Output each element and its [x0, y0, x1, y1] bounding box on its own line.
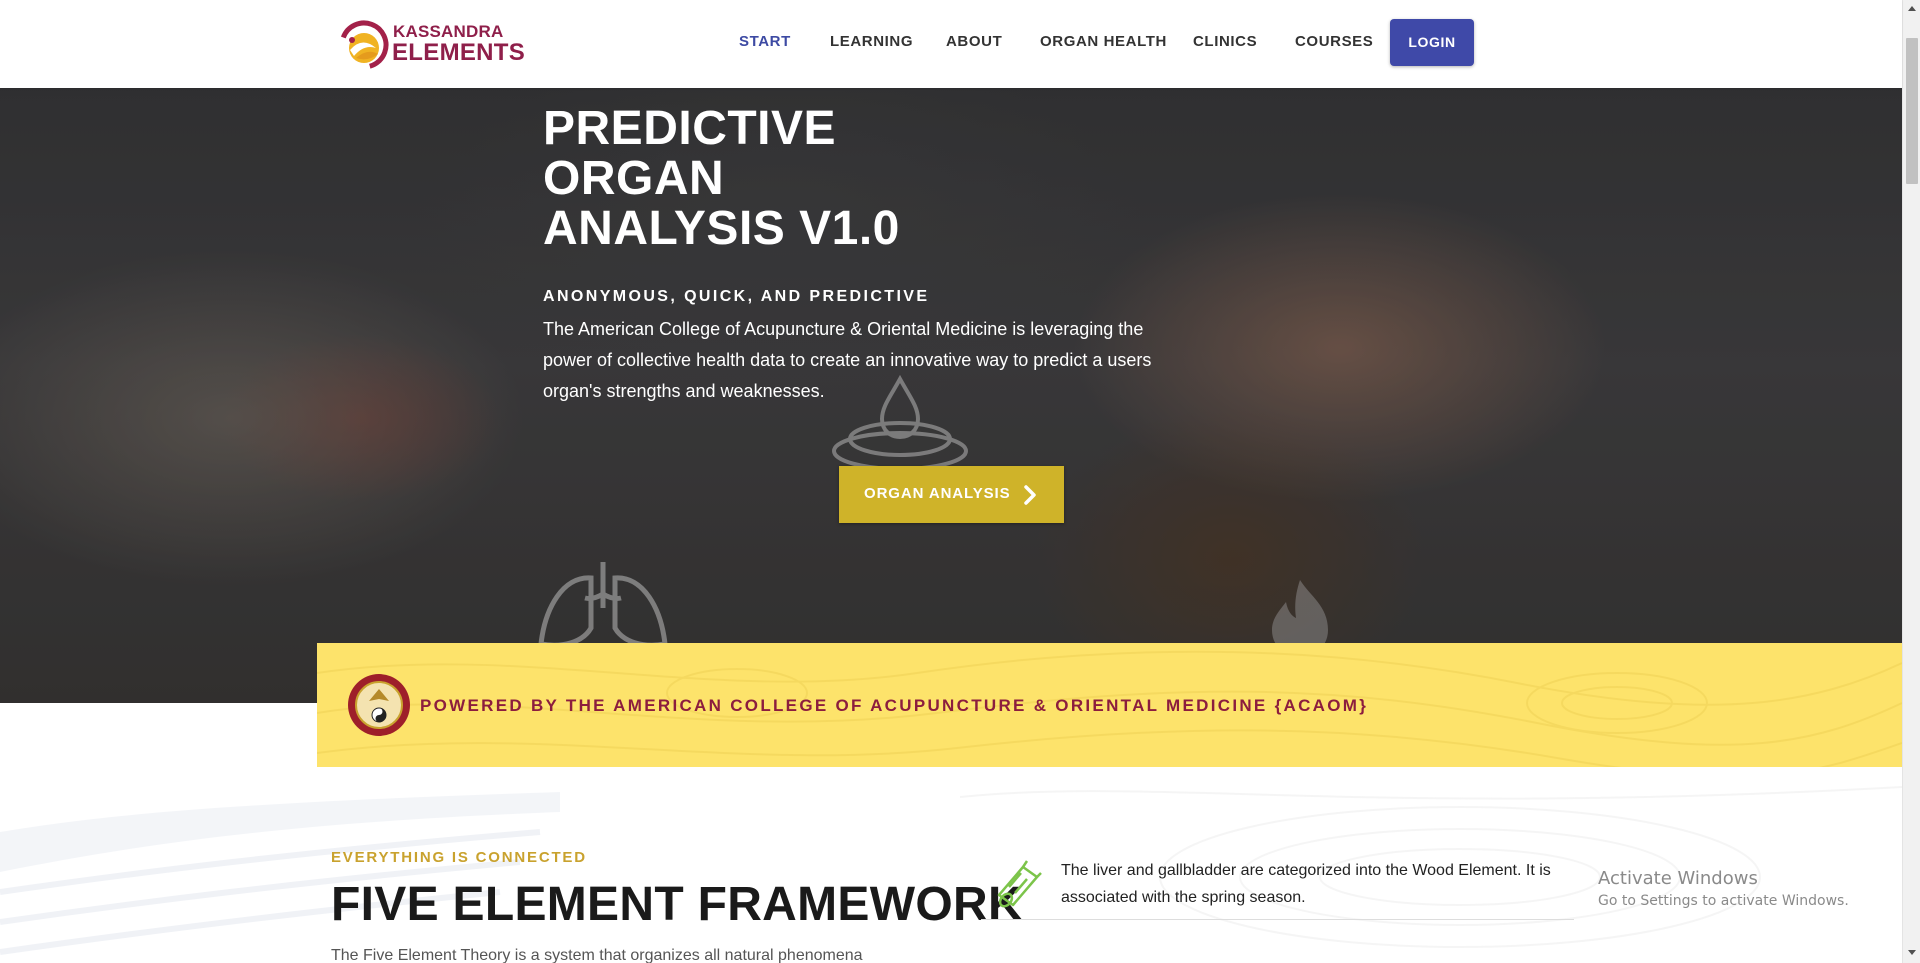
- banner-text: POWERED BY THE AMERICAN COLLEGE OF ACUPU…: [420, 696, 1369, 715]
- scroll-up-arrow-icon[interactable]: [1908, 6, 1916, 11]
- nav-courses[interactable]: COURSES: [1295, 33, 1373, 50]
- hero-description: The American College of Acupuncture & Or…: [543, 319, 1152, 401]
- logo-text-bottom: ELEMENTS: [392, 39, 526, 66]
- scroll-thumb[interactable]: [1906, 38, 1918, 184]
- site-logo[interactable]: KASSANDRA ELEMENTS: [340, 18, 525, 72]
- hero-title-line: ANALYSIS V1.0: [543, 202, 900, 255]
- nav-clinics[interactable]: CLINICS: [1193, 33, 1257, 50]
- activate-windows-title: Activate Windows: [1598, 868, 1758, 889]
- nav-start[interactable]: START: [739, 33, 791, 50]
- hero-title: PREDICTIVE ORGAN ANALYSIS V1.0: [543, 104, 900, 254]
- hero-subtitle: ANONYMOUS, QUICK, AND PREDICTIVE: [543, 288, 930, 305]
- login-button[interactable]: LOGIN: [1390, 19, 1474, 66]
- logo-mark-icon: [340, 20, 389, 70]
- section-eyebrow: EVERYTHING IS CONNECTED: [331, 849, 587, 866]
- section-body: The Five Element Theory is a system that…: [331, 947, 863, 963]
- organ-analysis-button-label: ORGAN ANALYSIS: [864, 485, 1011, 502]
- wood-log-icon: [997, 860, 1042, 908]
- hero-title-line: PREDICTIVE: [543, 102, 837, 155]
- chevron-right-icon: [1024, 485, 1036, 505]
- five-element-section: EVERYTHING IS CONNECTED FIVE ELEMENT FRA…: [0, 767, 1902, 963]
- section-title: FIVE ELEMENT FRAMEWORK: [331, 878, 1023, 931]
- nav-about[interactable]: ABOUT: [946, 33, 1002, 50]
- organ-analysis-button[interactable]: ORGAN ANALYSIS: [839, 466, 1064, 523]
- scroll-down-arrow-icon[interactable]: [1908, 950, 1916, 955]
- acaom-seal-logo: [348, 674, 410, 736]
- hero-section: PREDICTIVE ORGAN ANALYSIS V1.0 ANONYMOUS…: [0, 88, 1902, 703]
- lungs-icon: [538, 562, 668, 648]
- hero-title-line: ORGAN: [543, 152, 725, 205]
- element-description: The liver and gallbladder are categorize…: [1061, 862, 1551, 906]
- element-row-wood: The liver and gallbladder are categorize…: [981, 857, 1574, 920]
- site-header: KASSANDRA ELEMENTS START LEARNING ABOUT …: [0, 0, 1902, 88]
- nav-organ-health[interactable]: ORGAN HEALTH: [1040, 33, 1167, 50]
- page-scrollbar[interactable]: [1902, 0, 1920, 963]
- activate-windows-hint: Go to Settings to activate Windows.: [1598, 893, 1849, 909]
- nav-learning[interactable]: LEARNING: [830, 33, 913, 50]
- acaom-banner: POWERED BY THE AMERICAN COLLEGE OF ACUPU…: [317, 643, 1902, 767]
